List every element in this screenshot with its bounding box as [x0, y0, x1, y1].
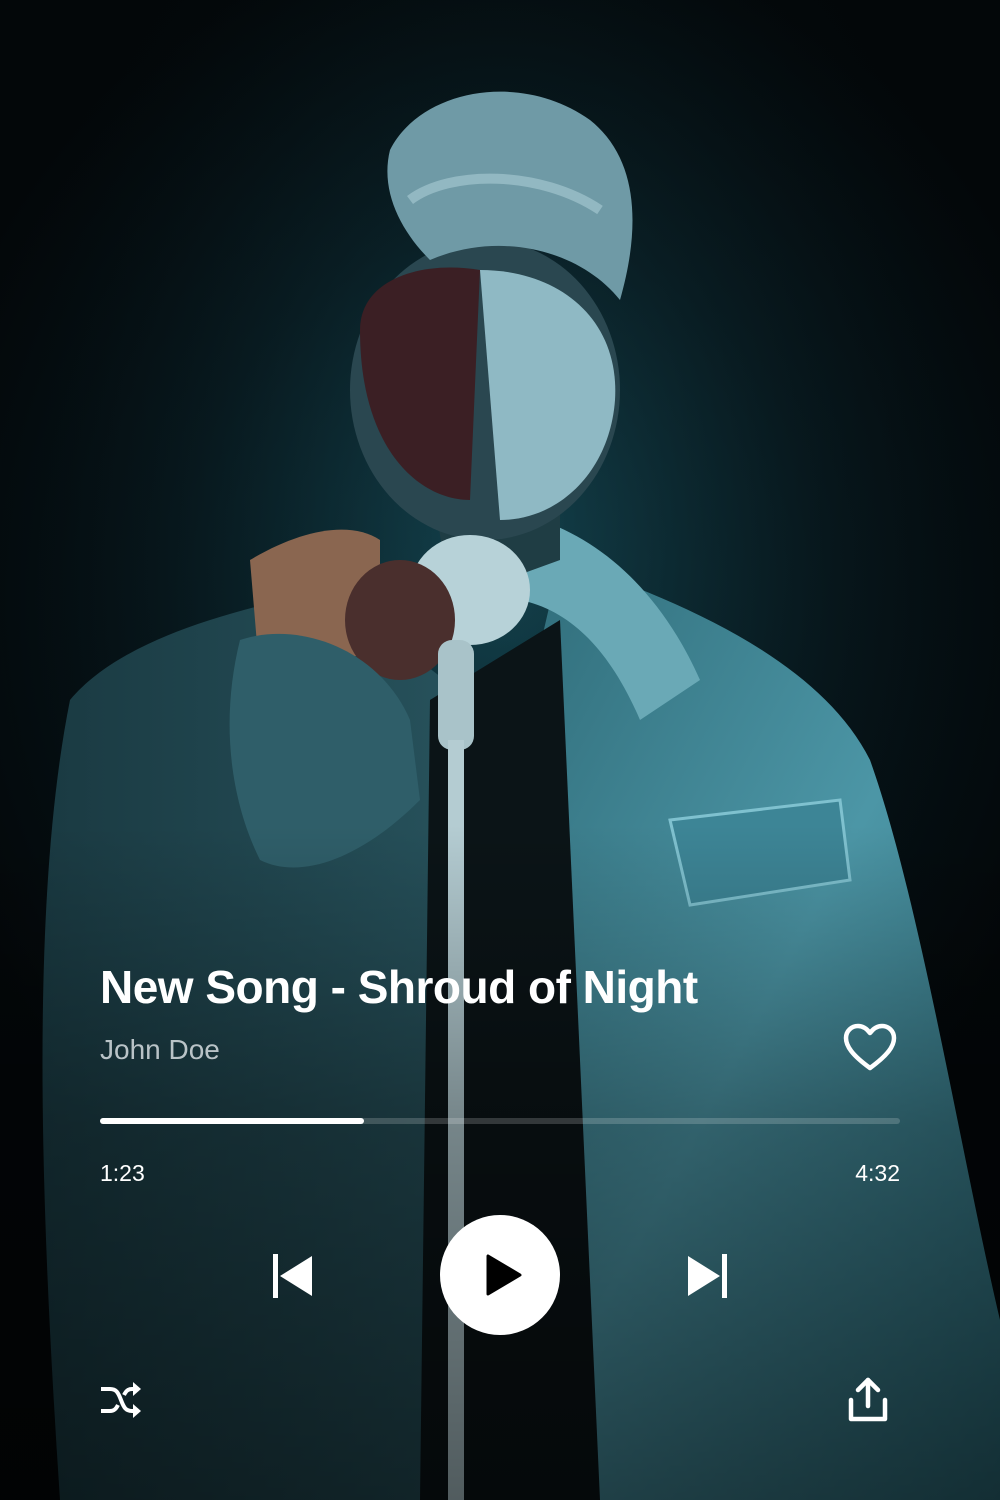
progress-fill: [100, 1118, 364, 1124]
skip-next-icon: [688, 1254, 727, 1298]
play-button[interactable]: [440, 1215, 560, 1335]
total-duration: 4:32: [855, 1160, 900, 1186]
like-button[interactable]: [842, 1022, 898, 1074]
progress-bar[interactable]: [100, 1118, 900, 1124]
artist-name: John Doe: [100, 1034, 220, 1065]
elapsed-time: 1:23: [100, 1160, 145, 1186]
track-title: New Song - Shroud of Night: [100, 961, 698, 1013]
skip-previous-icon: [273, 1254, 312, 1298]
shuffle-button[interactable]: [98, 1380, 144, 1420]
music-player-screen: New Song - Shroud of Night John Doe 1:23…: [0, 0, 1000, 1500]
shuffle-icon: [101, 1382, 141, 1418]
play-icon: [486, 1254, 522, 1296]
previous-button[interactable]: [270, 1252, 316, 1300]
share-icon: [848, 1377, 888, 1422]
heart-icon: [843, 1023, 897, 1071]
next-button[interactable]: [684, 1252, 730, 1300]
share-button[interactable]: [846, 1376, 890, 1424]
